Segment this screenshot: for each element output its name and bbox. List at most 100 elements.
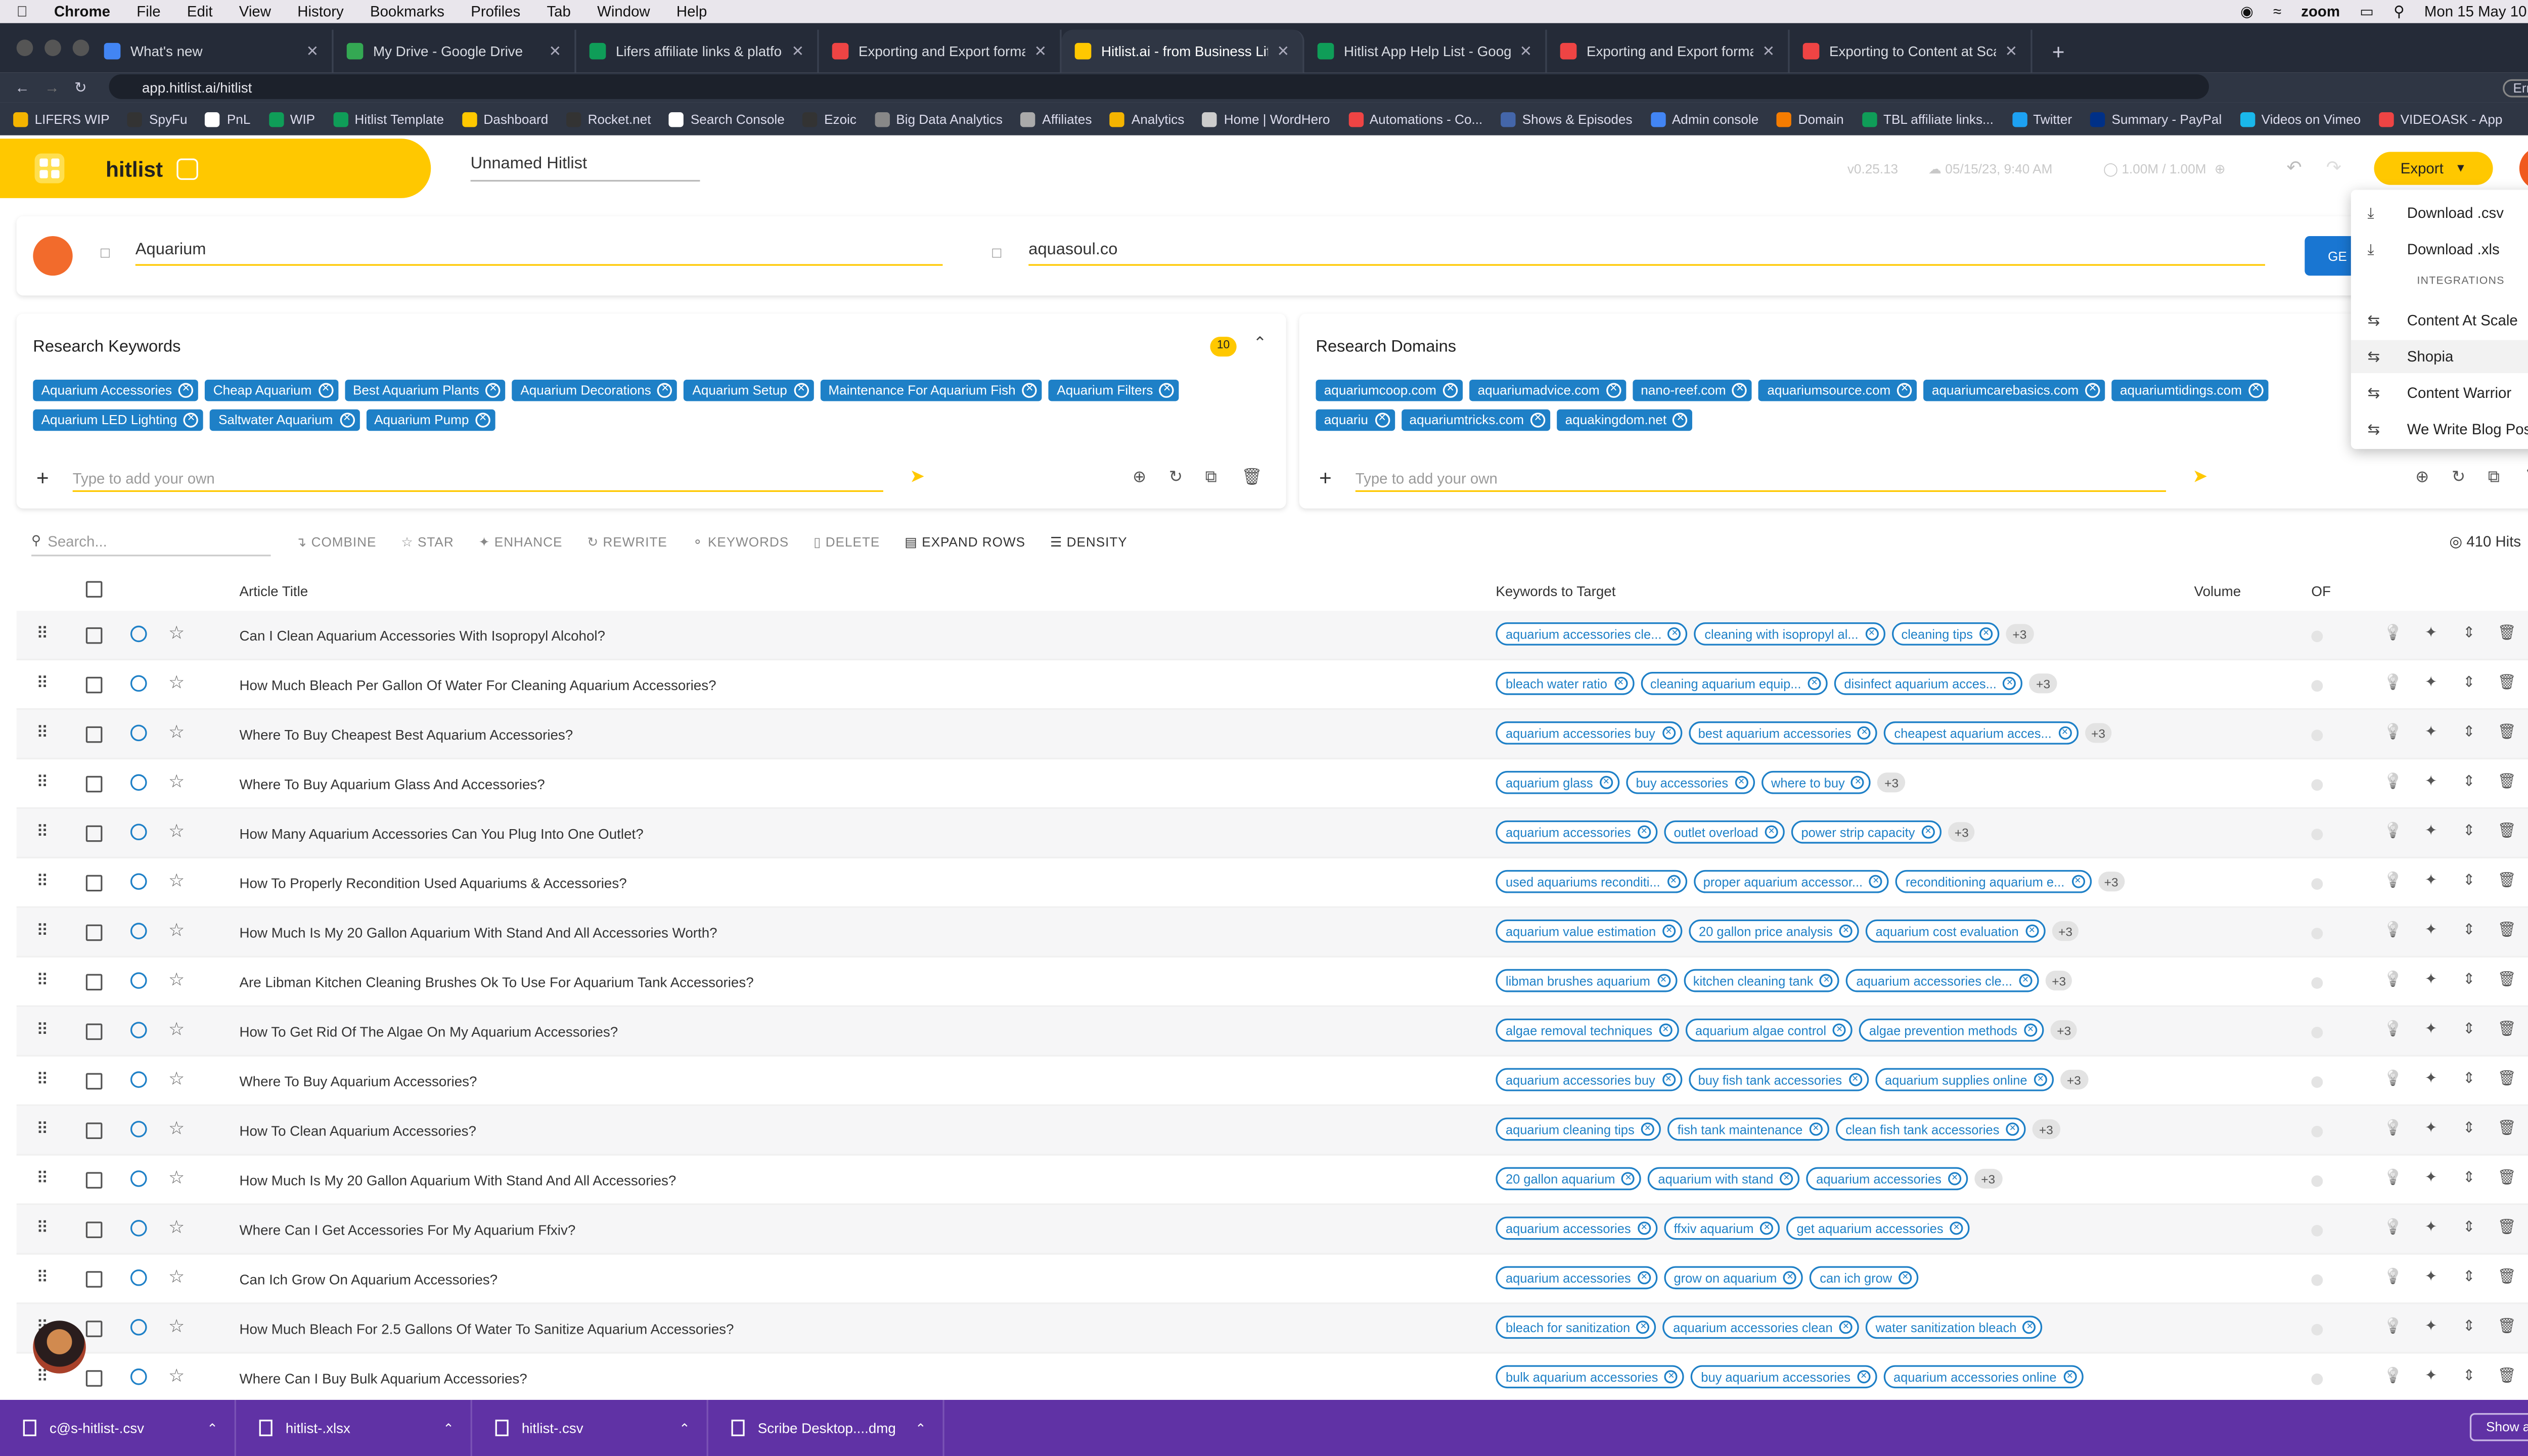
combine-button[interactable]: ↴ COMBINE [295,534,376,549]
magic-wand-icon[interactable]: ✦ [2412,723,2450,741]
article-title[interactable]: How To Properly Recondition Used Aquariu… [239,875,626,892]
row-checkbox[interactable] [85,1271,103,1288]
keyword-chip[interactable]: power strip capacity ✕ [1791,820,1942,844]
trash-icon[interactable]: 🗑 [2488,1218,2526,1237]
remove-keyword-icon[interactable]: ✕ [1809,1122,1823,1136]
keyword-chip[interactable]: buy accessories ✕ [1626,770,1755,794]
expand-icon[interactable]: ⇕ [2450,1317,2488,1336]
zoom-status[interactable]: zoom [2301,4,2340,20]
article-title[interactable]: How Much Is My 20 Gallon Aquarium With S… [239,925,717,941]
remove-keyword-icon[interactable]: ✕ [1664,1370,1678,1384]
keyword-chip[interactable]: Cheap Aquarium ✕ [205,380,338,401]
refresh-icon[interactable]: ↻ [2452,469,2488,487]
row-checkbox[interactable] [85,1321,103,1337]
more-keywords-badge[interactable]: +3 [1878,772,1906,793]
expand-icon[interactable]: ⇕ [2450,1119,2488,1138]
browser-tab-active[interactable]: Hitlist.ai - from Business Lifers ✕ [1061,29,1304,73]
article-title[interactable]: How Much Bleach Per Gallon Of Water For … [239,677,716,694]
integration-content-at-scale[interactable]: ⇆ Content At Scale [2367,307,2517,333]
bookmark-item[interactable]: Twitter [2011,111,2072,126]
more-keywords-badge[interactable]: +3 [2085,723,2112,743]
trash-icon[interactable]: 🗑 [2524,469,2528,487]
remove-keyword-icon[interactable]: ✕ [1950,1221,1963,1235]
star-icon[interactable]: ☆ [168,622,185,644]
keyword-chip[interactable]: aquarium cost evaluation ✕ [1866,919,2045,943]
menu-window[interactable]: Window [597,4,650,20]
browser-tab[interactable]: My Drive - Google Drive ✕ [334,29,576,73]
url-field[interactable]: app.hitlist.ai/hitlist [109,74,2209,99]
download-item[interactable]: Scribe Desktop....dmg ⌃ [708,1399,944,1456]
lightbulb-icon[interactable]: 💡 [2374,624,2412,642]
keyword-chip[interactable]: Maintenance For Aquarium Fish ✕ [820,380,1042,401]
domain-chip[interactable]: aquakingdom.net ✕ [1557,409,1693,431]
remove-chip-icon[interactable]: ✕ [339,413,354,428]
remove-keyword-icon[interactable]: ✕ [1659,1023,1673,1037]
more-vert-icon[interactable]: ⋮ [2526,624,2528,642]
more-keywords-badge[interactable]: +3 [2045,970,2073,991]
bookmark-item[interactable]: Summary - PayPal [2090,111,2222,126]
browser-tab[interactable]: Exporting and Export formats | ✕ [819,29,1062,73]
article-title[interactable]: How Many Aquarium Accessories Can You Pl… [239,826,643,842]
add-domain-icon[interactable]: + [1319,466,1332,490]
magic-wand-icon[interactable]: ✦ [2412,673,2450,692]
drag-handle-icon[interactable]: ⠿ [36,1269,49,1288]
keyword-chip[interactable]: proper aquarium accessor... ✕ [1693,870,1889,893]
remove-keyword-icon[interactable]: ✕ [1858,726,1871,740]
download-item[interactable]: hitlist-.csv ⌃ [472,1399,708,1456]
table-search[interactable]: ⚲ Search... [31,527,271,557]
expand-icon[interactable]: ⇕ [2450,1268,2488,1286]
remove-keyword-icon[interactable]: ✕ [2063,1370,2076,1384]
keyword-chip[interactable]: bleach for sanitization ✕ [1496,1315,1657,1339]
zoom-window-icon[interactable] [72,39,89,57]
remove-chip-icon[interactable]: ✕ [1606,383,1621,398]
hitlist-name-input[interactable]: Unnamed Hitlist [470,155,700,182]
menu-chrome[interactable]: Chrome [54,4,110,20]
keyword-chip[interactable]: aquarium accessories ✕ [1496,1216,1657,1240]
chevron-up-icon[interactable]: ⌃ [207,1421,218,1435]
drag-handle-icon[interactable]: ⠿ [36,873,49,891]
minimize-window-icon[interactable] [44,39,61,57]
idea-icon[interactable] [130,774,147,791]
remove-keyword-icon[interactable]: ✕ [1637,1321,1650,1334]
menu-edit[interactable]: Edit [187,4,213,20]
keyword-chip[interactable]: Aquarium Decorations ✕ [512,380,678,401]
trash-icon[interactable]: 🗑 [2488,673,2526,692]
idea-icon[interactable] [130,1121,147,1138]
menu-bookmarks[interactable]: Bookmarks [370,4,444,20]
remove-chip-icon[interactable]: ✕ [485,383,501,398]
bookmark-item[interactable]: Domain [1777,111,1844,126]
seed-keyword-input[interactable]: Aquarium [135,236,943,266]
keyword-chip[interactable]: cleaning with isopropyl al... ✕ [1694,622,1885,646]
drag-handle-icon[interactable]: ⠿ [36,923,49,941]
lightbulb-icon[interactable]: 💡 [2374,1169,2412,1187]
download-csv-item[interactable]: ⤓ Download .csv [2367,200,2503,226]
more-vert-icon[interactable]: ⋮ [2526,723,2528,741]
col-of[interactable]: OF [2311,583,2331,600]
row-checkbox[interactable] [85,974,103,991]
trash-icon[interactable]: 🗑 [2488,772,2526,791]
keyword-chip[interactable]: cleaning aquarium equip... ✕ [1640,671,1828,695]
article-title[interactable]: Are Libman Kitchen Cleaning Brushes Ok T… [239,974,753,991]
expand-icon[interactable]: ⇕ [2450,1218,2488,1237]
more-vert-icon[interactable]: ⋮ [2526,1218,2528,1237]
expand-icon[interactable]: ⇕ [2450,872,2488,890]
col-volume[interactable]: Volume [2194,583,2241,600]
trash-icon[interactable]: 🗑 [2488,624,2526,642]
bookmark-item[interactable]: Ezoic [802,111,856,126]
magic-wand-icon[interactable]: ✦ [2412,822,2450,840]
remove-keyword-icon[interactable]: ✕ [1765,825,1778,839]
star-icon[interactable]: ☆ [168,1068,185,1089]
keyword-chip[interactable]: aquarium accessories buy ✕ [1496,721,1682,745]
idea-icon[interactable] [130,675,147,692]
download-item[interactable]: c@s-hitlist-.csv ⌃ [0,1399,236,1456]
trash-icon[interactable]: 🗑 [2488,872,2526,890]
article-title[interactable]: Where Can I Buy Bulk Aquarium Accessorie… [239,1370,527,1387]
keyword-chip[interactable]: aquarium accessories ✕ [1496,820,1657,844]
keyword-chip[interactable]: aquarium glass ✕ [1496,770,1619,794]
magic-wand-icon[interactable]: ✦ [2412,1169,2450,1187]
more-vert-icon[interactable]: ⋮ [2526,872,2528,890]
expand-icon[interactable]: ⇕ [2450,624,2488,642]
more-keywords-badge[interactable]: +3 [2050,1020,2078,1040]
row-checkbox[interactable] [85,1073,103,1090]
bookmark-item[interactable]: Dashboard [462,111,548,126]
